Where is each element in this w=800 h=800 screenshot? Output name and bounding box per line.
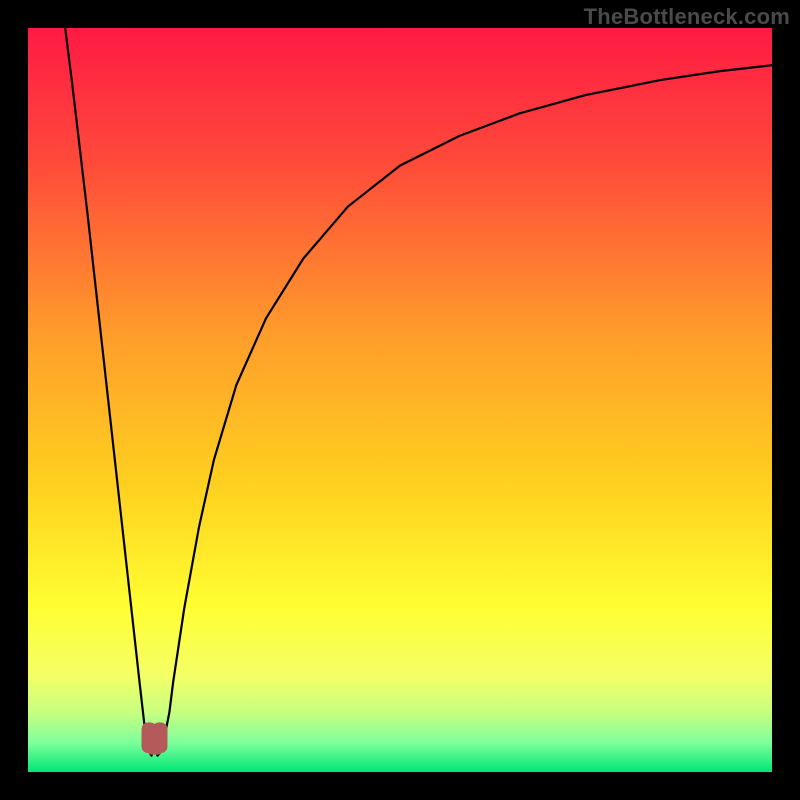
chart-svg (28, 28, 772, 772)
chart-frame: TheBottleneck.com (0, 0, 800, 800)
gradient-background (28, 28, 772, 772)
notch-bridge (147, 747, 161, 755)
watermark-text: TheBottleneck.com (584, 4, 790, 30)
plot-area (28, 28, 772, 772)
notch-marker (142, 723, 167, 755)
